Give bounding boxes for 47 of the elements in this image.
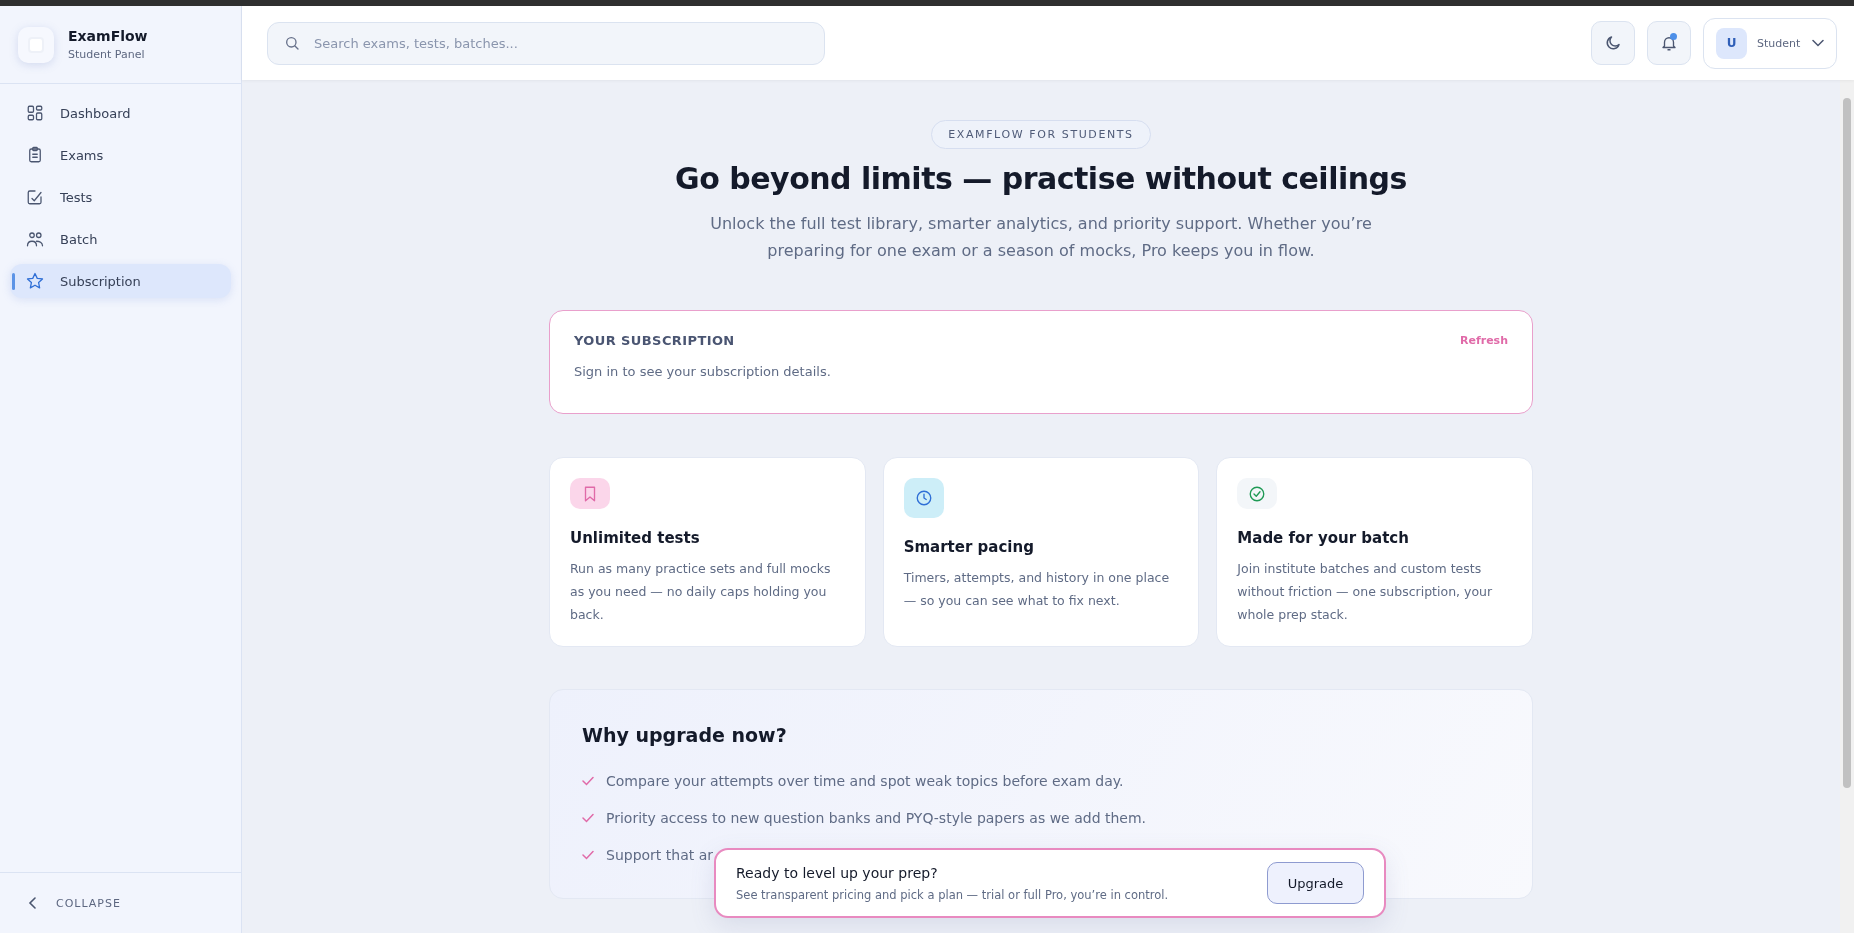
theme-toggle-button[interactable] <box>1591 21 1635 65</box>
app-subtitle: Student Panel <box>68 48 146 61</box>
feature-description: Join institute batches and custom tests without friction — one subscription, your whole prep stack. <box>1237 560 1494 624</box>
logo-icon <box>18 26 54 63</box>
search-field[interactable]: Search exams, tests, batches... <box>267 21 825 65</box>
feature-title: Made for your batch <box>1237 529 1410 547</box>
feature-title: Unlimited tests <box>570 529 701 547</box>
reason-text: Support that ar <box>606 846 713 863</box>
check-icon <box>582 812 594 823</box>
avatar: U <box>1716 27 1747 59</box>
grid-icon <box>26 104 44 122</box>
feature-description: Run as many practice sets and full mocks as you need — no daily caps holding you back. <box>570 560 832 624</box>
collapse-button[interactable]: COLLAPSE <box>28 896 121 910</box>
clipboard-icon <box>26 146 44 164</box>
chevron-left-icon <box>28 897 38 909</box>
section-title: Why upgrade now? <box>582 724 788 746</box>
hero-subtitle: Unlock the full test library, smarter analytics, and priority support. Whether you’re preparing for one exam or a season of mocks, Pro keeps you in flow. <box>709 213 1373 262</box>
bell-icon <box>1660 34 1678 52</box>
sidebar-item[interactable]: Exams <box>10 138 231 172</box>
clock-icon <box>903 478 944 518</box>
subscription-message: Sign in to see your subscription details. <box>574 364 832 379</box>
hero-title: Go beyond limits — practise without ceilings <box>675 161 1407 196</box>
check-icon <box>582 849 594 860</box>
sidebar-item[interactable]: Tests <box>10 180 231 214</box>
feature-title: Smarter pacing <box>903 538 1035 556</box>
subscription-heading: YOUR SUBSCRIPTION <box>574 333 735 348</box>
user-menu-button[interactable]: U Student <box>1703 17 1837 69</box>
star-icon <box>26 272 44 290</box>
sidebar-item[interactable]: Batch <box>10 222 231 256</box>
reason-text: Priority access to new question banks and PYQ-style papers as we add them. <box>606 809 1147 826</box>
feature-description: Timers, attempts, and history in one place — so you can see what to fix next. <box>903 569 1171 610</box>
banner-title: Ready to level up your prep? <box>736 864 939 881</box>
notifications-button[interactable] <box>1647 21 1691 65</box>
users-icon <box>26 230 44 248</box>
user-role: Student <box>1757 36 1802 50</box>
sidebar-item[interactable]: Subscription <box>10 264 231 298</box>
hero-badge: EXAMFLOW FOR STUDENTS <box>931 120 1151 149</box>
edit-icon <box>26 188 44 206</box>
bookmark-icon <box>570 478 610 509</box>
app-name: ExamFlow <box>68 28 148 44</box>
moon-icon <box>1604 34 1622 52</box>
sidebar-item[interactable]: Dashboard <box>10 96 231 130</box>
reason-text: Compare your attempts over time and spot weak topics before exam day. <box>606 772 1124 789</box>
banner-text: See transparent pricing and pick a plan — trial or full Pro, you’re in control. <box>736 887 1169 902</box>
check-icon <box>582 775 594 786</box>
upgrade-button[interactable]: Upgrade <box>1267 862 1364 904</box>
chevron-down-icon <box>1812 39 1824 47</box>
